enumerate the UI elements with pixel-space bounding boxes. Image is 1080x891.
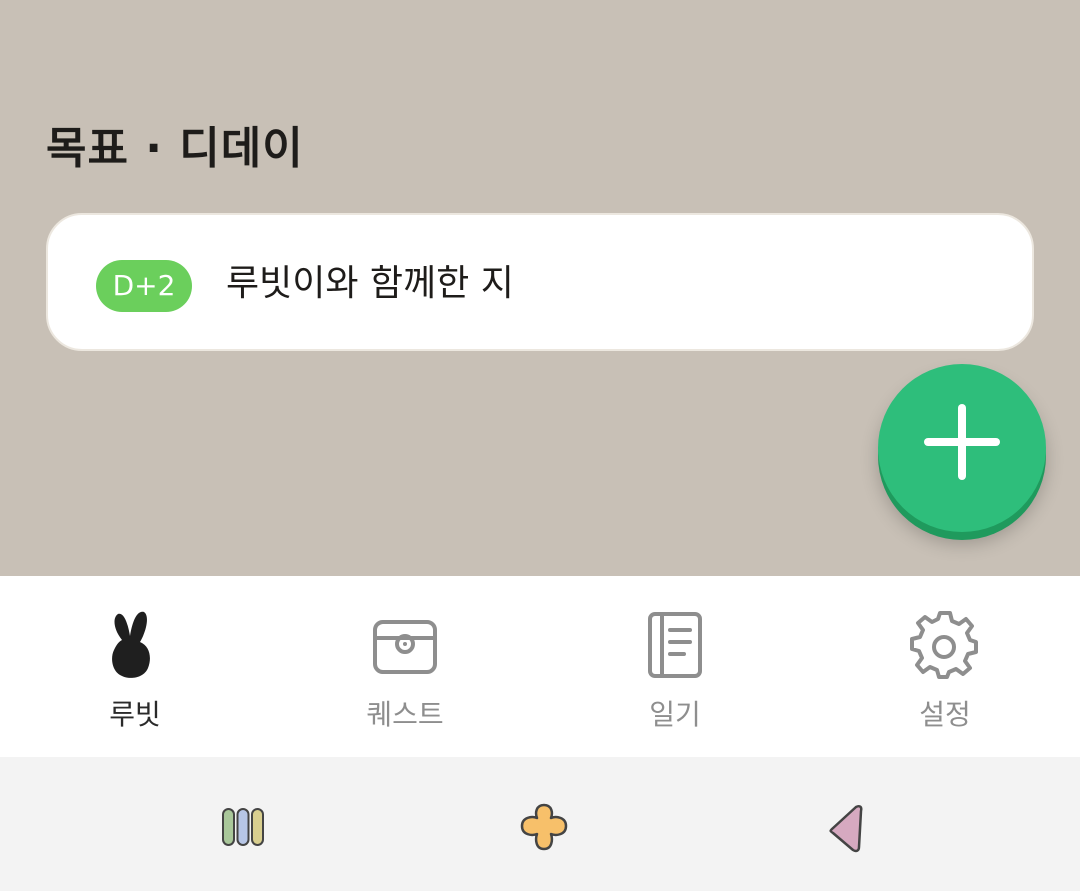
tab-diary[interactable]: 일기 (540, 576, 810, 757)
page-title: 목표 · 디데이 (46, 123, 304, 174)
back-button[interactable] (816, 797, 876, 857)
recent-apps-button[interactable] (213, 797, 273, 857)
home-icon (520, 803, 568, 851)
dday-badge: D+2 (96, 260, 192, 312)
back-icon (829, 804, 863, 853)
tab-diary-label: 일기 (649, 698, 701, 731)
recent-apps-icon (222, 808, 264, 846)
chest-icon (373, 620, 437, 674)
tab-rubit-label: 루빗 (109, 698, 161, 731)
add-dday-button[interactable] (878, 364, 1046, 532)
dday-label: 루빗이와 함께한 지 (226, 263, 514, 304)
bottom-tab-bar: 루빗 퀘스트 일기 설정 (0, 576, 1080, 757)
dday-card[interactable]: D+2 루빗이와 함께한 지 (46, 213, 1034, 351)
tab-quest[interactable]: 퀘스트 (270, 576, 540, 757)
notebook-icon (648, 612, 702, 678)
rabbit-icon (112, 611, 150, 678)
tab-rubit[interactable]: 루빗 (0, 576, 270, 757)
home-button[interactable] (514, 797, 574, 857)
tab-quest-label: 퀘스트 (366, 698, 444, 731)
tab-settings[interactable]: 설정 (810, 576, 1080, 757)
system-navigation-bar (0, 757, 1080, 891)
gear-icon (910, 611, 978, 679)
main-content: 목표 · 디데이 D+2 루빗이와 함께한 지 (0, 0, 1080, 576)
tab-settings-label: 설정 (919, 698, 971, 731)
plus-icon (924, 404, 1000, 480)
